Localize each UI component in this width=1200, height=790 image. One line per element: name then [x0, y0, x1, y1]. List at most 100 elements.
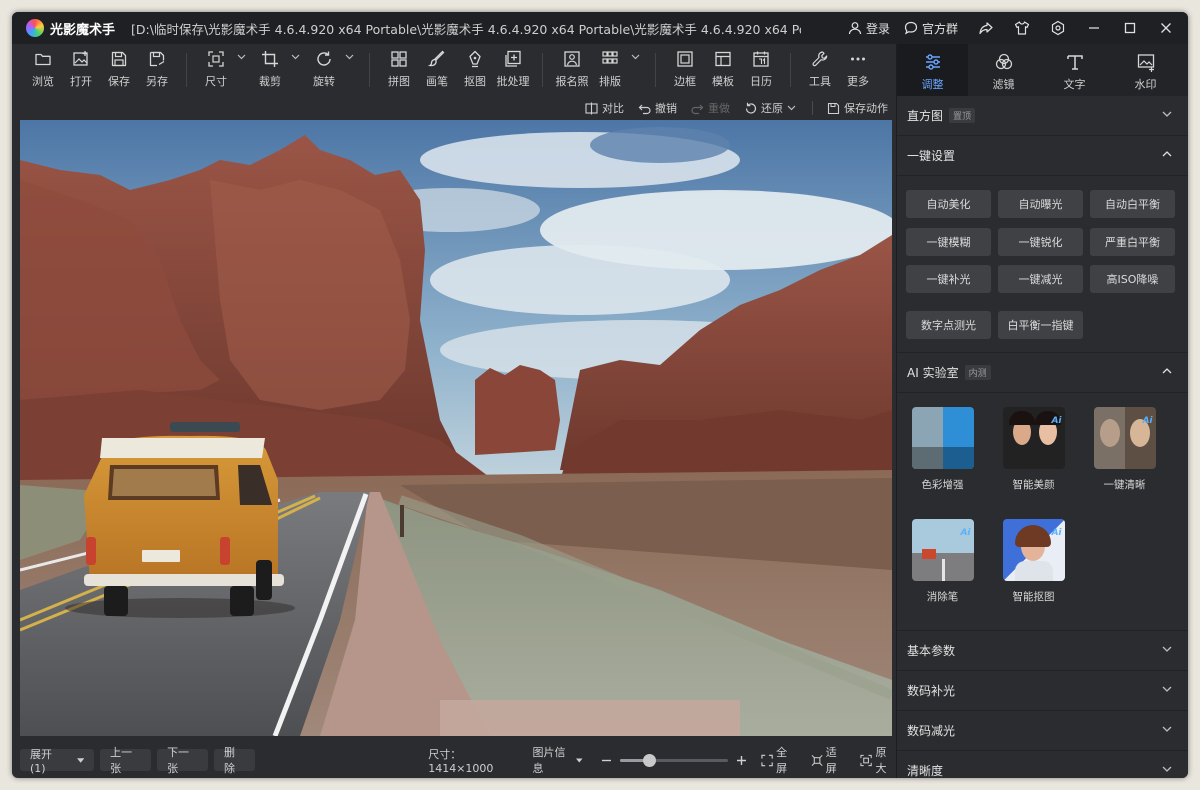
chevron-down-icon	[291, 54, 299, 60]
undo-button[interactable]: 撤销	[638, 100, 677, 116]
tab-text[interactable]: 文字	[1039, 44, 1110, 96]
next-image-button[interactable]: 下一张	[157, 746, 209, 775]
pen-nib-icon	[469, 50, 481, 68]
digital-reduce-light-section-header[interactable]: 数码减光	[897, 711, 1188, 751]
delete-button[interactable]: 删除	[214, 746, 255, 775]
eraser-label: 消除笔	[926, 590, 959, 603]
edit-subbar: 对比 撤销 重做 还原 保存动作	[12, 96, 896, 120]
color-enhance-tool[interactable]: 色彩增强	[897, 407, 988, 505]
high-iso-denoise-button[interactable]: 高ISO降噪	[1090, 265, 1175, 293]
settings-button[interactable]	[1044, 14, 1072, 42]
maximize-button[interactable]	[1116, 14, 1144, 42]
clarity-section-header[interactable]: 清晰度	[897, 751, 1188, 778]
zoom-slider[interactable]	[619, 753, 728, 767]
zoom-out-icon[interactable]	[601, 755, 612, 766]
size-dropdown[interactable]	[235, 44, 247, 96]
compare-button[interactable]: 对比	[585, 100, 624, 116]
size-tool[interactable]: 尺寸	[197, 44, 235, 96]
layout-tool[interactable]: 排版	[591, 44, 629, 96]
histogram-section-header[interactable]: 直方图 置顶	[897, 96, 1188, 136]
oneclick-section-header[interactable]: 一键设置	[897, 136, 1188, 176]
tab-filter[interactable]: 滤镜	[968, 44, 1039, 96]
pinned-badge: 置顶	[949, 108, 976, 123]
share-button[interactable]	[972, 14, 1000, 42]
color-enhance-thumbnail	[911, 407, 974, 469]
fullscreen-button[interactable]: 全屏	[761, 744, 797, 776]
expand-dropdown[interactable]: 展开(1)	[20, 748, 95, 775]
border-tool[interactable]: 边框	[666, 44, 704, 96]
cutout-tool[interactable]: 抠图	[456, 44, 494, 96]
brush-tool[interactable]: 画笔	[418, 44, 456, 96]
tab-watermark[interactable]: 水印	[1110, 44, 1181, 96]
zoom-slider-handle[interactable]	[643, 753, 657, 767]
collage-tool[interactable]: 拼图	[380, 44, 418, 96]
oneclick-title: 一键设置	[907, 149, 956, 163]
redo-button[interactable]: 重做	[691, 100, 730, 116]
open-tool[interactable]: 打开	[62, 44, 100, 96]
smart-beauty-label: 智能美颜	[1012, 479, 1055, 491]
crop-dropdown[interactable]	[289, 44, 301, 96]
one-click-reduce-light-button[interactable]: 一键减光	[998, 265, 1083, 293]
digital-fill-light-section-header[interactable]: 数码补光	[897, 671, 1188, 711]
layout-label: 排版	[599, 75, 621, 88]
browse-tool[interactable]: 浏览	[24, 44, 62, 96]
template-tool[interactable]: 模板	[704, 44, 742, 96]
id-photo-label: 报名照	[555, 75, 589, 88]
tab-adjust[interactable]: 调整	[897, 44, 968, 96]
zoom-in-icon[interactable]	[736, 755, 747, 766]
minimize-button[interactable]	[1080, 14, 1108, 42]
calendar-tool[interactable]: 日历	[742, 44, 780, 96]
one-click-fill-light-button[interactable]: 一键补光	[906, 265, 991, 293]
id-photo-tool[interactable]: 报名照	[553, 44, 591, 96]
save-action-button[interactable]: 保存动作	[827, 100, 888, 116]
skin-button[interactable]	[1008, 14, 1036, 42]
browse-label: 浏览	[32, 75, 54, 88]
app-window: 光影魔术手 [D:\临时保存\光影魔术手 4.6.4.920 x64 Porta…	[12, 12, 1188, 778]
maximize-icon	[1124, 22, 1136, 34]
image-canvas[interactable]	[20, 120, 892, 736]
one-click-blur-button[interactable]: 一键模糊	[906, 227, 991, 256]
rotate-tool[interactable]: 旋转	[305, 44, 343, 96]
one-click-sharpen-button[interactable]: 一键锐化	[998, 227, 1083, 256]
status-bar: 展开(1) 上一张 下一张 删除 尺寸：1414×1000 图片信息 全屏 适屏	[12, 742, 896, 778]
restore-button[interactable]: 还原	[744, 100, 800, 116]
chevron-up-icon	[1162, 151, 1172, 157]
spot-metering-button[interactable]: 数字点测光	[906, 310, 991, 339]
login-button[interactable]: 登录	[848, 20, 890, 37]
smart-cutout-tool[interactable]: Ai 智能抠图	[988, 518, 1079, 617]
original-size-button[interactable]: 原大	[860, 744, 896, 776]
watermark-icon	[1137, 54, 1154, 72]
auto-exposure-button[interactable]: 自动曝光	[998, 190, 1083, 218]
digital-reduce-light-title: 数码减光	[907, 724, 956, 738]
smart-beauty-tool[interactable]: Ai 智能美颜	[988, 407, 1079, 505]
layout-dropdown[interactable]	[629, 44, 641, 96]
open-image-icon	[73, 51, 88, 66]
crop-tool[interactable]: 裁剪	[251, 44, 289, 96]
rotate-dropdown[interactable]	[343, 44, 355, 96]
minimize-icon	[1089, 27, 1099, 29]
collage-label: 拼图	[388, 75, 410, 88]
login-label: 登录	[865, 21, 890, 36]
ai-lab-section-header[interactable]: AI 实验室 内测	[897, 353, 1188, 393]
community-button[interactable]: 官方群	[904, 20, 958, 37]
compare-icon	[585, 102, 598, 114]
auto-beautify-button[interactable]: 自动美化	[906, 190, 991, 218]
severe-white-balance-button[interactable]: 严重白平衡	[1090, 227, 1175, 256]
eraser-tool[interactable]: Ai 消除笔	[897, 518, 988, 617]
basic-params-section-header[interactable]: 基本参数	[897, 631, 1188, 671]
white-balance-picker-button[interactable]: 白平衡一指键	[998, 310, 1083, 339]
brush-icon	[428, 50, 445, 67]
fit-screen-button[interactable]: 适屏	[811, 744, 847, 776]
more-tool[interactable]: 更多	[839, 44, 877, 96]
tools-tool[interactable]: 工具	[801, 44, 839, 96]
redo-label: 重做	[708, 102, 730, 115]
batch-tool[interactable]: 批处理	[494, 44, 532, 96]
auto-white-balance-button[interactable]: 自动白平衡	[1090, 190, 1175, 218]
one-click-clear-tool[interactable]: Ai 一键清晰	[1079, 407, 1170, 505]
save-as-tool[interactable]: 另存	[138, 44, 176, 96]
save-tool[interactable]: 保存	[100, 44, 138, 96]
image-info-dropdown[interactable]: 图片信息	[532, 744, 586, 776]
prev-image-button[interactable]: 上一张	[100, 746, 152, 775]
save-as-icon	[149, 51, 165, 67]
close-button[interactable]	[1152, 14, 1180, 42]
